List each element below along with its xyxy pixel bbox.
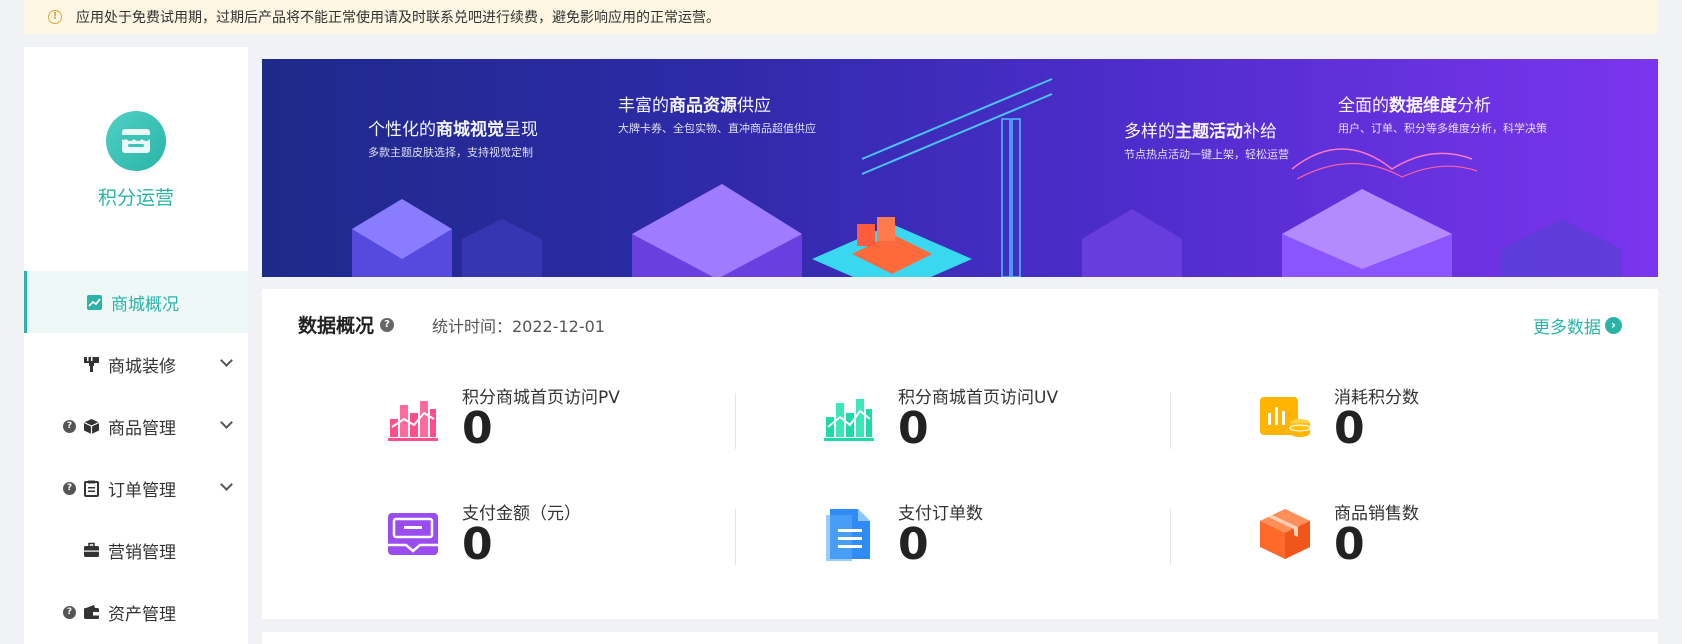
banner-heading-post: 呈现 [504,120,538,140]
banner-heading-bold: 商城视觉 [436,120,504,140]
metric-points-consumed: 消耗积分数 0 [1258,383,1658,453]
banner-heading-pre: 多样的 [1124,122,1175,142]
banner-heading-bold: 商品资源 [669,96,737,116]
arrow-right-icon: › [1605,317,1622,334]
metric-value: 0 [462,519,493,570]
document-icon [826,509,870,561]
banner-subtext: 大牌卡券、全包实物、直冲商品超值供应 [618,122,816,135]
sidebar-menu: 商城概况 商城装修 ? 商品管理 ? 订单管理 营销管理 ? 资产管理 [24,271,248,643]
wallet-icon [82,603,100,621]
banner-feature-resources: 丰富的商品资源供应 大牌卡券、全包实物、直冲商品超值供应 [618,91,816,136]
panel-title: 数据概况 ? [298,311,395,338]
pink-bar-chart-icon [388,401,438,441]
metric-value: 0 [898,519,929,570]
banner-feature-activities: 多样的主题活动补给 节点热点活动一键上架，轻松运营 [1124,117,1289,162]
more-data-link[interactable]: 更多数据 › [1533,313,1622,338]
banner-heading-post: 补给 [1243,122,1277,142]
next-panel [262,632,1658,644]
divider [1170,393,1171,449]
brush-icon [82,355,100,373]
sidebar-item-asset-management[interactable]: ? 资产管理 [24,581,248,643]
divider [1170,509,1171,565]
sidebar-item-label: 商城装修 [108,356,176,377]
sidebar-item-label: 商城概况 [111,294,179,315]
help-icon[interactable]: ? [380,317,395,332]
stat-time: 统计时间：2022-12-01 [432,317,605,336]
sidebar: 积分运营 商城概况 商城装修 ? 商品管理 ? 订单管理 营销管理 ? 资产管理 [24,47,248,644]
metric-paid-orders: 支付订单数 0 [822,499,1222,569]
sidebar-item-mall-decoration[interactable]: 商城装修 [24,333,248,395]
banner-heading-pre: 全面的 [1338,96,1389,116]
metric-value: 0 [462,403,493,454]
warning-icon: ! [48,10,62,24]
chart-icon [85,293,103,311]
banner-subtext: 用户、订单、积分等多维度分析，科学决策 [1338,122,1547,135]
sidebar-item-product-management[interactable]: ? 商品管理 [24,395,248,457]
coin-chart-icon [1260,397,1311,437]
green-bar-chart-icon [824,399,874,441]
metric-value: 0 [1334,519,1365,570]
trial-notice-text: 应用处于免费试用期，过期后产品将不能正常使用请及时联系兑吧进行续费，避免影响应用… [76,10,720,26]
sidebar-item-label: 商品管理 [108,418,176,439]
more-data-label: 更多数据 [1533,318,1601,338]
package-icon [1260,509,1310,559]
sidebar-item-marketing-management[interactable]: 营销管理 [24,519,248,581]
brand-name: 积分运营 [97,187,174,209]
banner-heading-post: 供应 [737,96,771,116]
metric-products-sold: 商品销售数 0 [1258,499,1658,569]
help-icon[interactable]: ? [63,481,76,495]
box-icon [82,417,100,435]
banner-heading-bold: 主题活动 [1175,122,1243,142]
sidebar-item-label: 订单管理 [108,480,176,501]
divider [735,509,736,565]
chevron-down-icon [220,354,233,367]
metric-value: 0 [898,403,929,454]
banner-heading-post: 分析 [1457,96,1491,116]
metric-pv: 积分商城首页访问PV 0 [386,383,786,453]
payment-box-icon [388,513,438,555]
banner-subtext: 多款主题皮肤选择，支持视觉定制 [368,146,533,159]
panel-title-text: 数据概况 [298,315,375,337]
trial-notice-bar: ! 应用处于免费试用期，过期后产品将不能正常使用请及时联系兑吧进行续费，避免影响… [24,0,1658,34]
banner-feature-visual: 个性化的商城视觉呈现 多款主题皮肤选择，支持视觉定制 [368,115,538,160]
chevron-down-icon [220,478,233,491]
clipboard-icon [82,479,100,497]
help-icon[interactable]: ? [63,605,76,619]
feature-banner: 个性化的商城视觉呈现 多款主题皮肤选择，支持视觉定制 丰富的商品资源供应 大牌卡… [262,59,1658,277]
metric-payment-amount: 支付金额（元） 0 [386,499,786,569]
chevron-down-icon [220,416,233,429]
briefcase-icon [82,541,100,559]
metric-uv: 积分商城首页访问UV 0 [822,383,1222,453]
sidebar-item-label: 营销管理 [108,542,176,563]
sidebar-item-mall-overview[interactable]: 商城概况 [24,271,248,333]
banner-heading-bold: 数据维度 [1389,96,1457,116]
banner-heading-pre: 丰富的 [618,96,669,116]
sidebar-item-order-management[interactable]: ? 订单管理 [24,457,248,519]
metric-value: 0 [1334,403,1365,454]
brand: 积分运营 [24,47,248,210]
banner-heading-pre: 个性化的 [368,120,436,140]
divider [735,393,736,449]
store-icon [106,111,166,171]
help-icon[interactable]: ? [63,419,76,433]
data-overview-panel: 数据概况 ? 统计时间：2022-12-01 更多数据 › 积分商城首页访问PV… [262,289,1658,619]
banner-subtext: 节点热点活动一键上架，轻松运营 [1124,148,1289,161]
sidebar-item-label: 资产管理 [108,604,176,625]
banner-feature-analytics: 全面的数据维度分析 用户、订单、积分等多维度分析，科学决策 [1338,91,1547,136]
